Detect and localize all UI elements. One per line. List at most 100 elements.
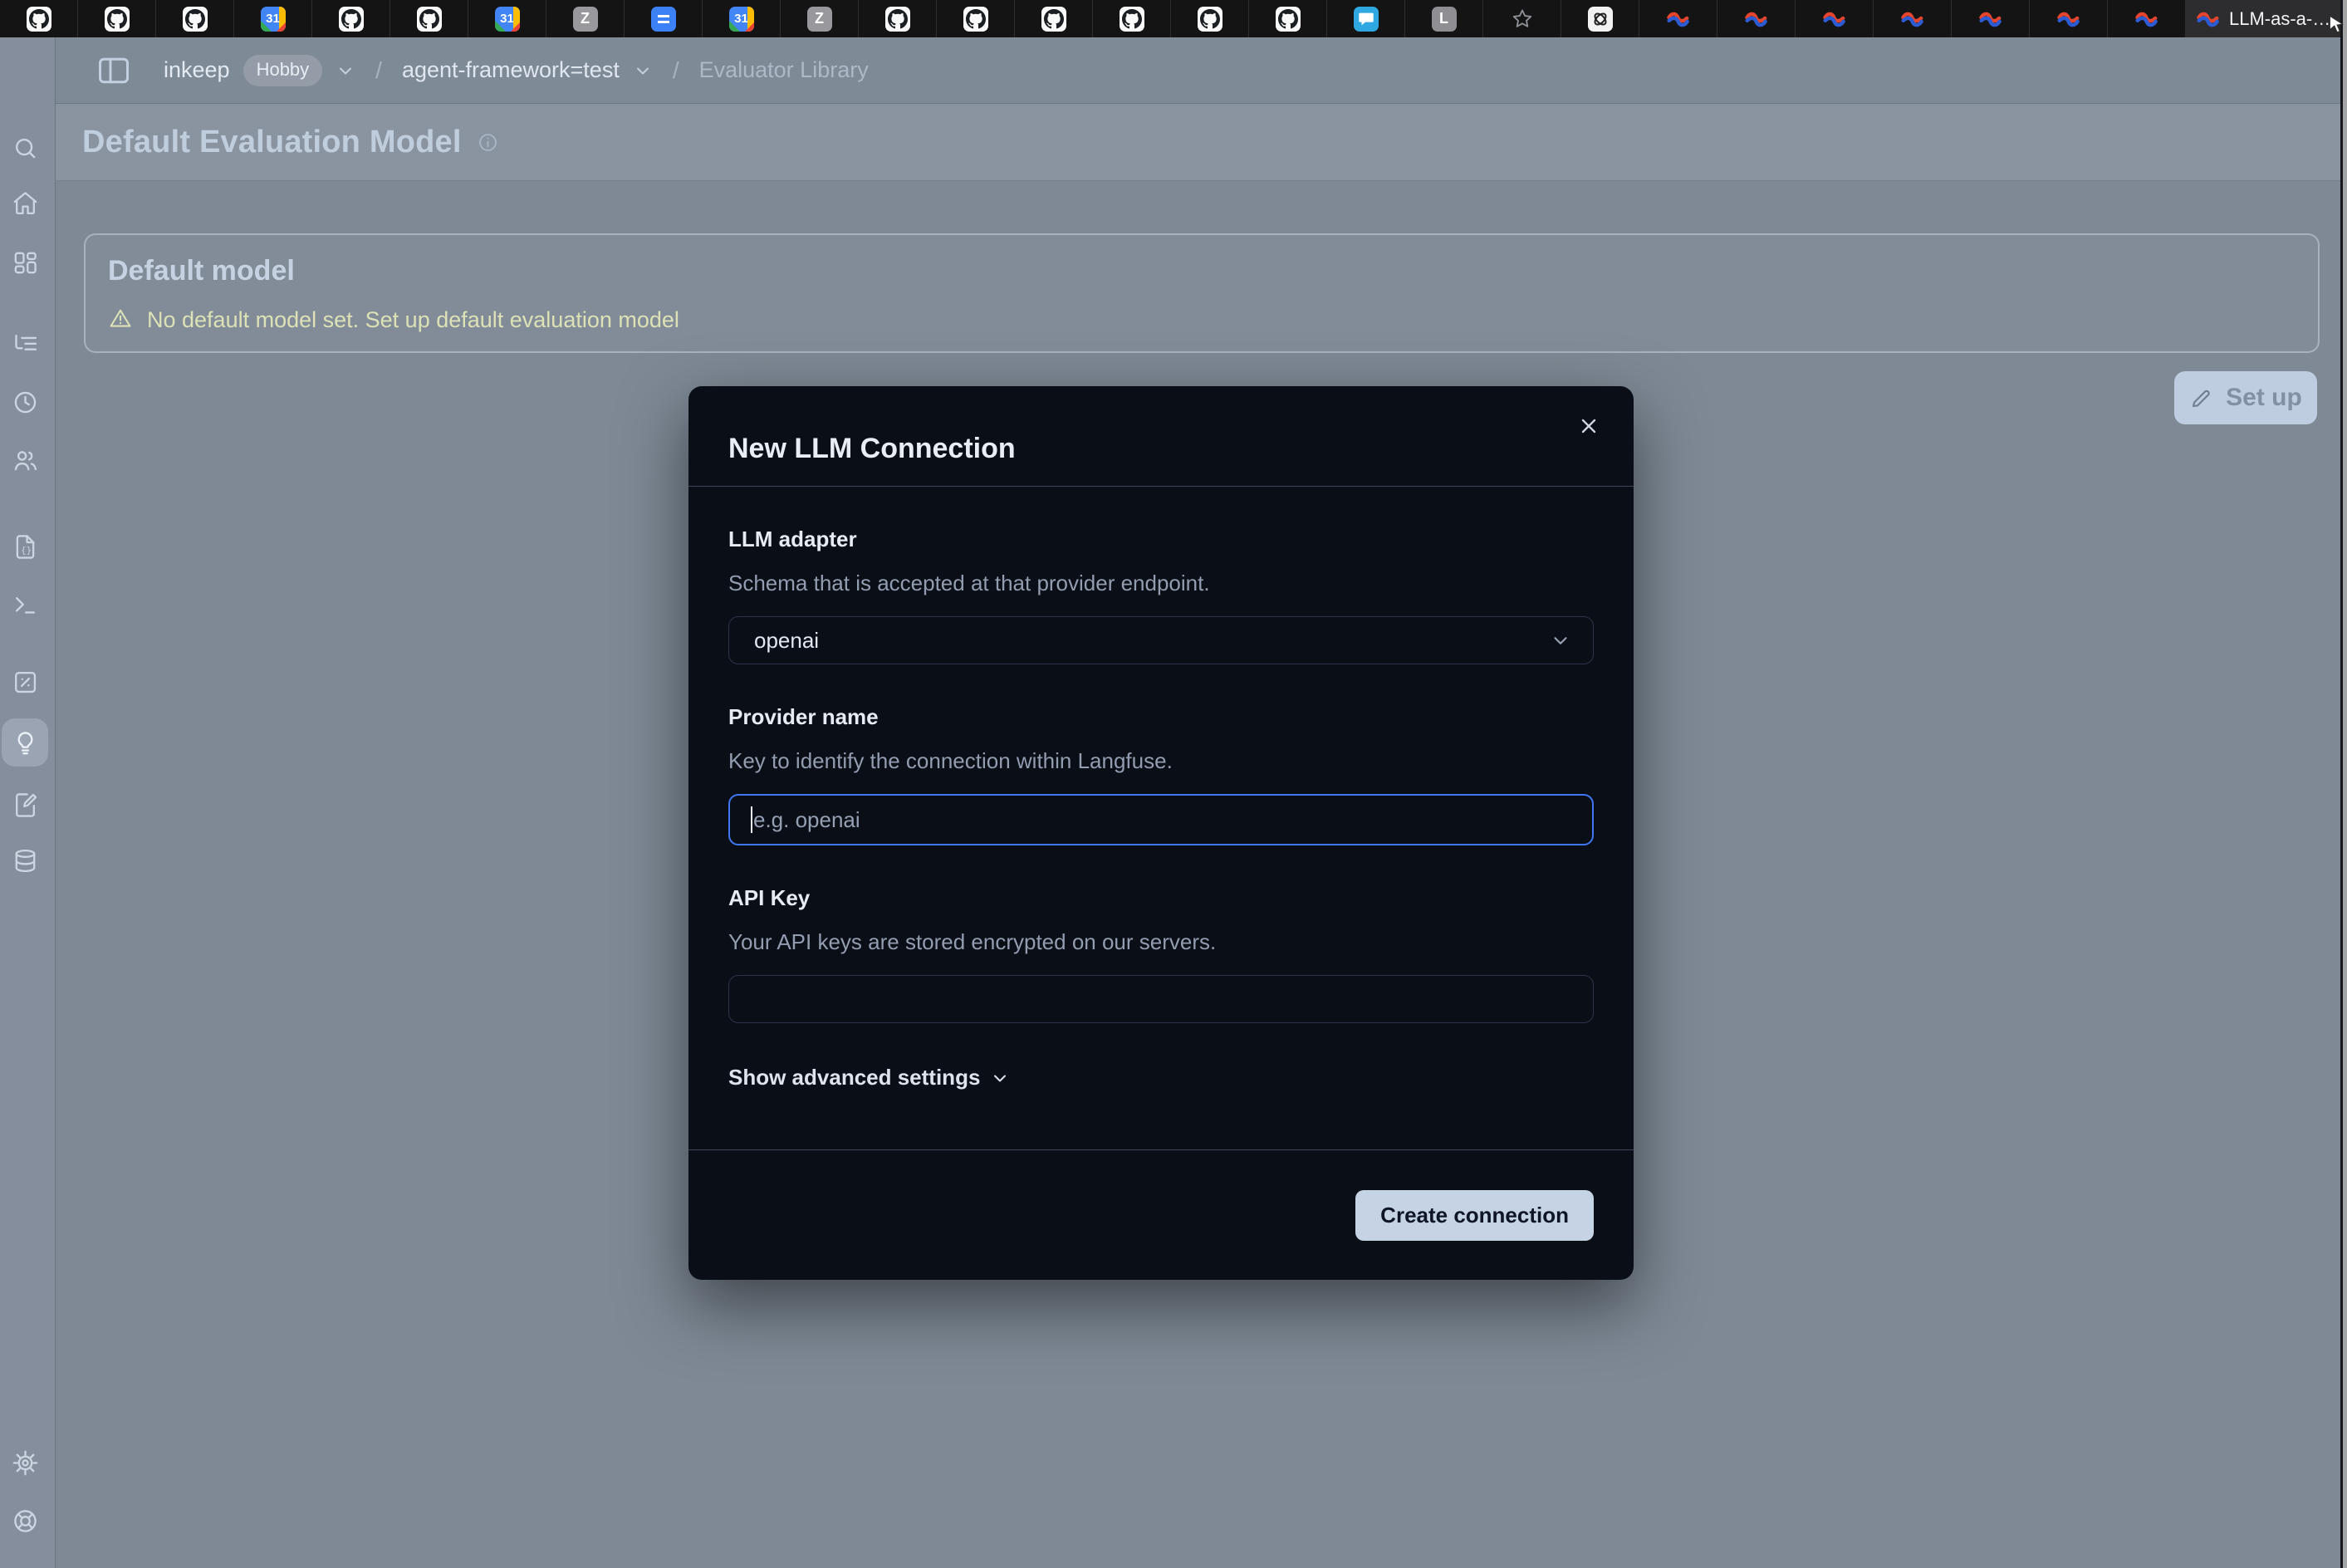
github-tab[interactable]	[859, 0, 937, 37]
github-icon	[27, 7, 51, 32]
api-key-input[interactable]	[728, 975, 1594, 1023]
github-tab[interactable]	[1249, 0, 1327, 37]
langfuse-tab[interactable]	[2030, 0, 2108, 37]
star-tab[interactable]	[1483, 0, 1561, 37]
docs-icon	[651, 7, 676, 32]
sidebar-item-scores[interactable]	[2, 658, 48, 706]
layout-grid-icon	[12, 249, 39, 277]
breadcrumb-project[interactable]: agent-framework=test	[402, 57, 620, 83]
home-icon	[12, 189, 39, 217]
modal-body: LLM adapter Schema that is accepted at t…	[688, 527, 1634, 1090]
openai-icon	[1588, 7, 1613, 32]
langfuse-tab[interactable]	[1952, 0, 2030, 37]
chevron-down-icon[interactable]	[336, 61, 355, 81]
clock-icon	[12, 389, 39, 416]
provider-name-label: Provider name	[728, 704, 1594, 730]
panel-left-icon[interactable]	[96, 52, 132, 89]
langfuse-icon	[1744, 7, 1769, 32]
linear-icon: L	[1432, 7, 1457, 32]
active-tab[interactable]: LLM-as-a-…	[2186, 0, 2347, 37]
chevron-down-icon[interactable]	[633, 61, 653, 81]
advanced-settings-label: Show advanced settings	[728, 1065, 980, 1090]
star-icon	[1510, 7, 1535, 32]
users-icon	[12, 447, 39, 474]
modal-footer: Create connection	[688, 1149, 1634, 1280]
github-tab[interactable]	[312, 0, 390, 37]
sidebar-item-sessions[interactable]	[2, 378, 48, 426]
sidebar-item-tracing[interactable]	[2, 320, 48, 368]
info-icon[interactable]	[477, 131, 499, 154]
api-key-field	[728, 975, 1594, 1023]
sidebar-item-home[interactable]	[2, 179, 48, 227]
text-caret	[751, 806, 752, 833]
breadcrumb-separator: /	[369, 57, 389, 84]
llm-adapter-description: Schema that is accepted at that provider…	[728, 571, 1594, 596]
modal-title: New LLM Connection	[728, 433, 1594, 465]
github-tab[interactable]	[1171, 0, 1249, 37]
langfuse-tab[interactable]	[1796, 0, 1874, 37]
langfuse-icon	[2196, 7, 2221, 32]
provider-name-field	[728, 794, 1594, 845]
langfuse-tab[interactable]	[1717, 0, 1796, 37]
sidebar-item-support[interactable]	[2, 1497, 48, 1545]
create-connection-button[interactable]: Create connection	[1355, 1190, 1594, 1241]
github-tab[interactable]	[78, 0, 156, 37]
github-tab[interactable]	[1015, 0, 1093, 37]
calendar-tab[interactable]: 31	[703, 0, 781, 37]
sidebar-item-prompts[interactable]: {}	[2, 522, 48, 571]
breadcrumb-separator: /	[666, 57, 686, 84]
provider-name-input[interactable]	[728, 794, 1594, 845]
pencil-icon	[2189, 385, 2214, 410]
github-tab[interactable]	[156, 0, 234, 37]
zed-tab[interactable]: Z	[781, 0, 859, 37]
search-icon	[12, 135, 39, 162]
llm-adapter-label: LLM adapter	[728, 527, 1594, 552]
square-percent-icon	[12, 669, 39, 696]
breadcrumb-org[interactable]: inkeep	[164, 57, 230, 83]
github-tab[interactable]	[937, 0, 1015, 37]
sidebar-item-playground[interactable]	[2, 581, 48, 629]
zed-icon: Z	[807, 7, 832, 32]
terminal-icon	[12, 591, 39, 619]
api-key-label: API Key	[728, 885, 1594, 911]
openai-tab[interactable]	[1561, 0, 1639, 37]
close-icon[interactable]	[1574, 411, 1604, 441]
advanced-settings-toggle[interactable]: Show advanced settings	[728, 1065, 1594, 1090]
sidebar-item-search[interactable]	[2, 124, 48, 172]
pinned-tabs: 3131Z31ZL	[0, 0, 2186, 37]
warning-text[interactable]: No default model set. Set up default eva…	[147, 307, 679, 333]
sidebar-item-settings[interactable]	[2, 1438, 48, 1487]
langfuse-icon	[1666, 7, 1691, 32]
github-icon	[885, 7, 910, 32]
langfuse-tab[interactable]	[1639, 0, 1717, 37]
calendar-tab[interactable]: 31	[234, 0, 312, 37]
langfuse-tab[interactable]	[2108, 0, 2186, 37]
sidebar-item-dashboards[interactable]	[2, 238, 48, 287]
chat-tab[interactable]	[1327, 0, 1405, 37]
calendar-icon: 31	[729, 7, 754, 32]
docs-tab[interactable]	[625, 0, 703, 37]
github-icon	[963, 7, 988, 32]
page-title: Default Evaluation Model	[82, 125, 462, 160]
calendar-tab[interactable]: 31	[468, 0, 546, 37]
file-json-icon: {}	[12, 533, 39, 561]
browser-tab-bar: 3131Z31ZL LLM-as-a-…	[0, 0, 2347, 37]
llm-adapter-select[interactable]: openai	[728, 616, 1594, 664]
mouse-cursor	[2325, 13, 2347, 39]
linear-tab[interactable]: L	[1405, 0, 1483, 37]
langfuse-app-window: 3131Z31ZL LLM-as-a-… {} inkeep Hobby / a…	[0, 0, 2347, 1568]
sidebar-item-annotation-queues[interactable]	[2, 781, 48, 829]
github-tab[interactable]	[0, 0, 78, 37]
github-tab[interactable]	[390, 0, 468, 37]
langfuse-tab[interactable]	[1874, 0, 1952, 37]
app-header: inkeep Hobby / agent-framework=test / Ev…	[56, 37, 2347, 104]
setup-button[interactable]: Set up	[2174, 371, 2317, 424]
sidebar-item-datasets[interactable]	[2, 836, 48, 884]
github-icon	[417, 7, 442, 32]
sidebar-item-evaluation[interactable]	[2, 718, 48, 767]
chevron-down-icon	[1550, 630, 1571, 651]
zed-tab[interactable]: Z	[546, 0, 625, 37]
card-title: Default model	[108, 255, 2318, 287]
sidebar-item-users[interactable]	[2, 436, 48, 484]
github-tab[interactable]	[1093, 0, 1171, 37]
